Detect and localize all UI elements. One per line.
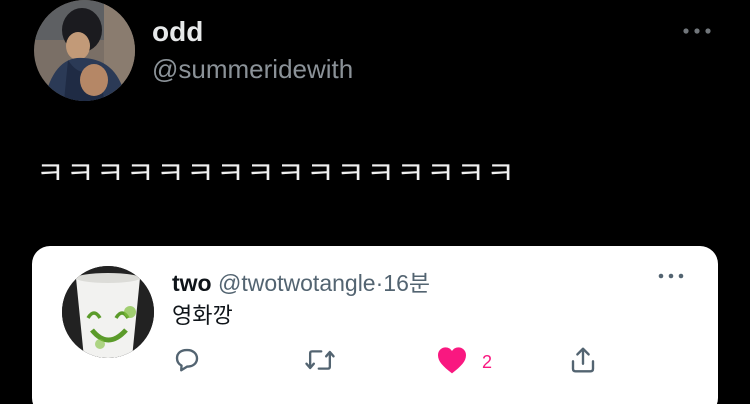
quoted-author-display-name[interactable]: two [172,270,212,296]
heart-filled-icon [436,345,468,380]
retweet-button[interactable] [304,346,336,378]
quoted-tweet-text: 영화깡 [172,304,233,329]
tweet-screen: odd @summeridewith ㅋㅋㅋㅋㅋㅋㅋㅋㅋㅋㅋㅋㅋㅋㅋㅋ two [0,0,750,404]
quoted-author-handle[interactable]: @twotwotangle [218,270,376,296]
quoted-author-avatar[interactable] [62,266,154,358]
retweet-icon [304,345,336,380]
like-button[interactable]: 2 [436,346,492,378]
author-display-name[interactable]: odd [152,16,203,48]
quoted-header: two @twotwotangle·16분 [172,264,430,298]
quoted-more-options-icon[interactable] [658,270,684,281]
reply-button[interactable] [172,346,202,378]
more-options-icon[interactable] [682,24,712,36]
reply-icon [172,345,202,380]
tweet-text: ㅋㅋㅋㅋㅋㅋㅋㅋㅋㅋㅋㅋㅋㅋㅋㅋ [36,156,517,192]
share-icon [568,345,598,380]
like-count: 2 [482,351,493,372]
share-button[interactable] [568,346,598,378]
quoted-timestamp[interactable]: 16분 [383,270,430,296]
author-handle[interactable]: @summeridewith [152,54,353,85]
author-avatar[interactable] [34,0,135,101]
quoted-tweet-card[interactable]: two @twotwotangle·16분 영화깡 2 [32,246,718,404]
